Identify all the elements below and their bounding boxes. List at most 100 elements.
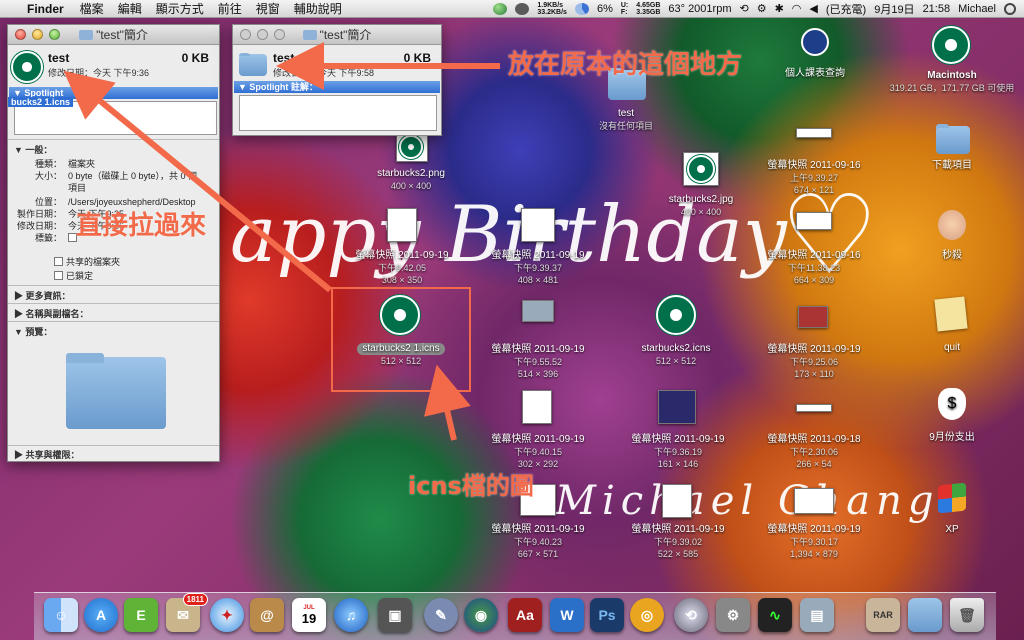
- desktop-expenses[interactable]: $ 9月份支出: [912, 388, 992, 444]
- dock-dictionary-icon[interactable]: Aa: [508, 598, 542, 632]
- desktop-course-query[interactable]: 個人課表查詢: [770, 28, 860, 80]
- icon-label: Macintosh: [927, 70, 977, 81]
- time-machine-icon[interactable]: ⟲: [739, 2, 748, 15]
- dock-calendar-icon[interactable]: JUL 19: [292, 598, 326, 632]
- dock-photoshop-icon[interactable]: Ps: [590, 598, 624, 632]
- menu-view[interactable]: 顯示方式: [149, 0, 211, 17]
- minimize-button[interactable]: [257, 29, 268, 40]
- dock-time-machine-icon[interactable]: ⟲: [674, 598, 708, 632]
- icon-sub: 408 × 481: [517, 275, 559, 285]
- desktop-downloads[interactable]: 下載項目: [912, 122, 992, 172]
- dock-finder-icon[interactable]: ☺: [44, 598, 78, 632]
- dock-activity-monitor-icon[interactable]: ∿: [758, 598, 792, 632]
- desktop-screenshot-0919-93619[interactable]: 螢幕快照 2011-09-19 下午9.36.19 161 × 146: [618, 390, 738, 470]
- shared-row[interactable]: 共享的檔案夾: [54, 255, 120, 268]
- menu-edit[interactable]: 編輯: [111, 0, 149, 17]
- sync-icon[interactable]: ⚙: [757, 2, 767, 15]
- desktop-quit[interactable]: quit: [912, 296, 992, 354]
- minimize-button[interactable]: [32, 29, 43, 40]
- dock-system-preferences-icon[interactable]: ⚙: [716, 598, 750, 632]
- dock-mail-icon[interactable]: ✉ 1811: [166, 593, 208, 632]
- dock-word-icon[interactable]: W: [550, 598, 584, 632]
- menu-finder[interactable]: Finder: [24, 2, 73, 16]
- desktop-screenshot-0919-92506[interactable]: 螢幕快照 2011-09-19 下午9.25.06 173 × 110: [754, 300, 874, 380]
- dock-address-book-icon[interactable]: @: [250, 598, 284, 632]
- volume-icon[interactable]: ◀: [809, 2, 817, 15]
- activity-icon[interactable]: [515, 2, 530, 15]
- tags-label: 標籤：: [34, 233, 62, 243]
- info-window-right[interactable]: "test"簡介 test 0 KB 修改日期：今天 下午9:58 ▼ Spot…: [232, 24, 442, 136]
- spotlight-icon[interactable]: [1004, 2, 1016, 15]
- menu-help[interactable]: 輔助說明: [287, 0, 349, 17]
- dock-evernote-icon[interactable]: E: [124, 598, 158, 632]
- general-section-header[interactable]: ▼ 一般：: [14, 143, 52, 156]
- desktop-starbucks-icns[interactable]: starbucks2.icns 512 × 512: [626, 295, 726, 367]
- dock-itunes-icon[interactable]: ♫: [334, 598, 368, 632]
- dock-applications-folder-icon[interactable]: [908, 598, 942, 632]
- menu-go[interactable]: 前往: [211, 0, 249, 17]
- dock-rar-icon[interactable]: RAR: [866, 598, 900, 632]
- dock-google-earth-icon[interactable]: ◉: [464, 598, 498, 632]
- desktop-xp[interactable]: XP: [912, 482, 992, 536]
- info-window-left[interactable]: "test"簡介 test 0 KB 修改日期：今天 下午9:36 bucks2…: [7, 24, 220, 462]
- more-info-header[interactable]: ▶ 更多資訊：: [14, 289, 71, 302]
- disk-stats[interactable]: 4.65GB 3.35GB: [636, 2, 660, 16]
- locked-checkbox[interactable]: [54, 271, 63, 280]
- locked-row[interactable]: 已鎖定: [54, 269, 93, 282]
- desktop-starbucks-icns-selected[interactable]: starbucks2 1.icns 512 × 512: [346, 295, 456, 367]
- folder-icon[interactable]: [239, 52, 267, 76]
- preview-header[interactable]: ▼ 預覽：: [14, 325, 52, 338]
- desktop-miao[interactable]: 秒殺: [912, 210, 992, 262]
- desktop-starbucks-png[interactable]: starbucks2.png 400 × 400: [366, 132, 456, 192]
- icon-time: 上午9.39.27: [789, 173, 839, 183]
- dock-preview-icon[interactable]: ▤: [800, 598, 834, 632]
- info-window-left-titlebar[interactable]: "test"簡介: [8, 25, 219, 45]
- bluetooth-icon[interactable]: ✱: [775, 2, 784, 15]
- network-stats[interactable]: 1.9KB/s 33.2KB/s: [537, 2, 567, 16]
- user-name[interactable]: Michael: [958, 3, 996, 15]
- menu-window[interactable]: 視窗: [249, 0, 287, 17]
- temperature-fan[interactable]: 63° 2001rpm: [668, 3, 731, 15]
- menu-file[interactable]: 檔案: [73, 0, 111, 17]
- desktop-screenshot-0919-93902[interactable]: 螢幕快照 2011-09-19 下午9.39.02 522 × 585: [618, 484, 738, 560]
- battery-status[interactable]: (已充電): [826, 1, 866, 17]
- item-name: test: [48, 51, 70, 65]
- spotlight-comments-field[interactable]: [239, 95, 437, 131]
- shared-checkbox[interactable]: [54, 257, 63, 266]
- spotlight-section[interactable]: ▼ Spotlight 註解：: [234, 81, 440, 93]
- globe-icon[interactable]: [493, 2, 508, 15]
- dock-trash-icon[interactable]: 🗑: [950, 598, 984, 632]
- desktop-screenshot-0919-95552[interactable]: 螢幕快照 2011-09-19 下午9.55.52 514 × 396: [478, 300, 598, 380]
- desktop-screenshot-0916-93927[interactable]: 螢幕快照 2011-09-16 上午9.39.27 674 × 121: [754, 128, 874, 196]
- close-button[interactable]: [15, 29, 26, 40]
- wifi-icon[interactable]: ◠: [792, 2, 802, 15]
- name-ext-header[interactable]: ▶ 名稱與副檔名：: [14, 307, 89, 320]
- dock-safari-icon[interactable]: ✦: [210, 598, 244, 632]
- menu-extras: 1.9KB/s 33.2KB/s 6% U: F: 4.65GB 3.35GB …: [493, 1, 1024, 17]
- close-button[interactable]: [240, 29, 251, 40]
- sharing-header[interactable]: ▶ 共享與權限：: [14, 448, 80, 461]
- desktop-screenshot-0916-113823[interactable]: 螢幕快照 2011-09-16 下午11.38.23 664 × 309: [754, 212, 874, 286]
- desktop-macintosh-hd[interactable]: Macintosh 319.21 GB，171.77 GB 可使用: [880, 26, 1024, 94]
- zoom-button[interactable]: [49, 29, 60, 40]
- cpu-usage[interactable]: 6%: [597, 3, 613, 15]
- info-window-right-titlebar[interactable]: "test"簡介: [233, 25, 441, 45]
- dock-app-store-icon[interactable]: A: [84, 598, 118, 632]
- item-modified: 修改日期：今天 下午9:36: [48, 68, 150, 78]
- clock[interactable]: 21:58: [923, 3, 951, 15]
- item-size: 0 KB: [181, 51, 209, 65]
- desktop-screenshot-0919-94015[interactable]: 螢幕快照 2011-09-19 下午9.40.15 302 × 292: [478, 390, 598, 470]
- dock-iphoto-icon[interactable]: ▣: [378, 598, 412, 632]
- starbucks-logo-icon[interactable]: [11, 51, 43, 83]
- dock-script-editor-icon[interactable]: ✎: [424, 598, 458, 632]
- desktop-screenshot-0918-23006[interactable]: 螢幕快照 2011-09-18 下午2.30.06 266 × 54: [754, 396, 874, 470]
- icon-label: starbucks2.jpg: [668, 194, 734, 205]
- desktop-screenshot-0919-93937[interactable]: 螢幕快照 2011-09-19 下午9.39.37 408 × 481: [478, 208, 598, 286]
- zoom-button[interactable]: [274, 29, 285, 40]
- dock-podcast-icon[interactable]: ◎: [630, 598, 664, 632]
- date[interactable]: 9月19日: [874, 1, 914, 17]
- desktop-starbucks-jpg[interactable]: starbucks2.jpg 400 × 400: [656, 152, 746, 218]
- desktop-screenshot-0919-93017[interactable]: 螢幕快照 2011-09-19 下午9.30.17 1,394 × 879: [754, 484, 874, 560]
- desktop-screenshot-0919-94205[interactable]: 螢幕快照 2011-09-19 下午9.42.05 308 × 350: [342, 208, 462, 286]
- net-down: 33.2KB/s: [537, 8, 567, 16]
